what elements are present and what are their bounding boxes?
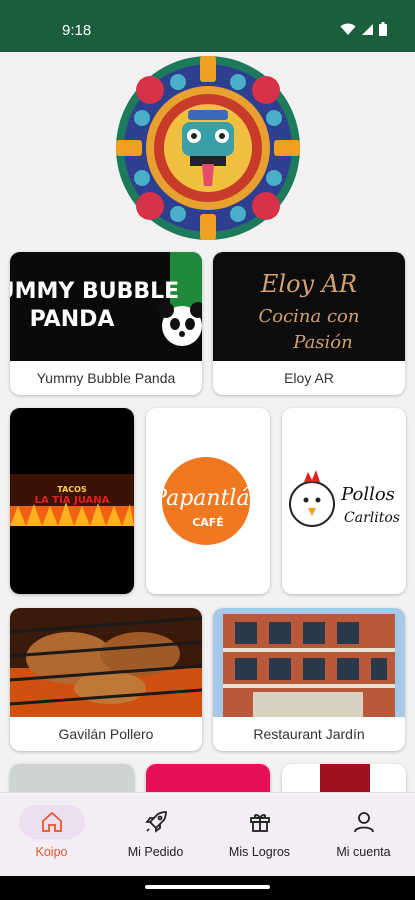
header-banner <box>0 52 415 244</box>
status-icons <box>340 22 387 36</box>
restaurant-name-eloy: Eloy AR <box>284 370 334 386</box>
papantlan-logo-line1: Papantlán <box>151 486 263 511</box>
nav-label-mis-logros: Mis Logros <box>228 845 291 859</box>
bottom-navigation: Koipo Mi Pedido Mis Logros Mi cuenta <box>0 792 415 876</box>
nav-item-koipo[interactable]: Koipo <box>0 793 103 877</box>
restaurant-card-eloy-ar[interactable]: Eloy AR Cocina con Pasión Eloy AR <box>213 252 405 395</box>
restaurant-card-partial-3[interactable] <box>282 764 406 792</box>
restaurant-logo-yummy: YUMMY BUBBLE PANDA <box>10 252 202 361</box>
eloy-logo-line2: Cocina con <box>258 306 359 327</box>
restaurant-card-partial-1[interactable] <box>10 764 134 792</box>
pollos-logo-line1: Pollos <box>340 484 395 505</box>
restaurant-logo-eloy: Eloy AR Cocina con Pasión <box>213 252 405 361</box>
tacos-logo-line1: TACOS <box>57 485 87 494</box>
restaurant-logo-tacos: TACOS LA TÍA JUANA <box>10 474 134 526</box>
nav-item-mis-logros[interactable]: Mis Logros <box>208 793 311 877</box>
restaurant-name-yummy: Yummy Bubble Panda <box>36 370 176 386</box>
nav-label-koipo: Koipo <box>35 845 68 859</box>
status-bar: 9:18 <box>0 0 415 52</box>
eloy-logo-line1: Eloy AR <box>260 270 357 298</box>
restaurant-name-gavilan: Gavilán Pollero <box>58 726 154 742</box>
restaurant-logo-partial-3 <box>320 764 370 792</box>
home-icon <box>18 805 85 839</box>
restaurant-card-yummy-bubble-panda[interactable]: YUMMY BUBBLE PANDA Yummy Bubble Panda <box>10 252 202 395</box>
battery-icon <box>379 22 387 36</box>
rocket-icon <box>123 805 189 839</box>
pollos-logo-line2: Carlitos <box>344 510 400 526</box>
restaurant-card-papantlan-cafe[interactable]: Papantlán CAFÉ <box>146 408 270 594</box>
restaurant-logo-pollos: Pollos Carlitos <box>289 470 400 527</box>
wifi-icon <box>340 23 356 35</box>
nav-item-mi-cuenta[interactable]: Mi cuenta <box>312 793 415 877</box>
restaurant-card-pollos-carlitos[interactable]: Pollos Carlitos <box>282 408 406 594</box>
yummy-logo-line1: YUMMY BUBBLE <box>10 279 179 304</box>
restaurant-grid: YUMMY BUBBLE PANDA Yummy Bubble Panda El… <box>0 244 415 792</box>
aztec-calendar-logo-icon <box>115 56 300 240</box>
nav-label-mi-pedido: Mi Pedido <box>127 845 184 859</box>
nav-item-mi-pedido[interactable]: Mi Pedido <box>104 793 207 877</box>
home-gesture-handle[interactable] <box>145 885 270 889</box>
yummy-logo-line2: PANDA <box>30 307 115 332</box>
restaurant-photo-gavilan <box>10 608 202 717</box>
restaurant-card-restaurant-jardin[interactable]: Restaurant Jardín <box>213 608 405 751</box>
eloy-logo-line3: Pasión <box>292 332 352 353</box>
system-gesture-bar <box>0 876 415 900</box>
restaurant-logo-papantlan: Papantlán CAFÉ <box>151 457 264 545</box>
restaurant-card-gavilan-pollero[interactable]: Gavilán Pollero <box>10 608 202 751</box>
status-time: 9:18 <box>62 22 92 39</box>
gift-icon <box>227 805 293 839</box>
signal-icon <box>362 23 373 35</box>
restaurant-photo-jardin <box>213 608 405 717</box>
restaurant-card-partial-2[interactable] <box>146 764 270 792</box>
nav-label-mi-cuenta: Mi cuenta <box>336 845 391 859</box>
papantlan-logo-line2: CAFÉ <box>192 516 224 529</box>
person-icon <box>331 805 397 839</box>
restaurant-name-jardin: Restaurant Jardín <box>253 726 365 742</box>
restaurant-card-tacos[interactable]: TACOS LA TÍA JUANA <box>10 408 134 594</box>
tacos-logo-line2: LA TÍA JUANA <box>35 493 110 506</box>
